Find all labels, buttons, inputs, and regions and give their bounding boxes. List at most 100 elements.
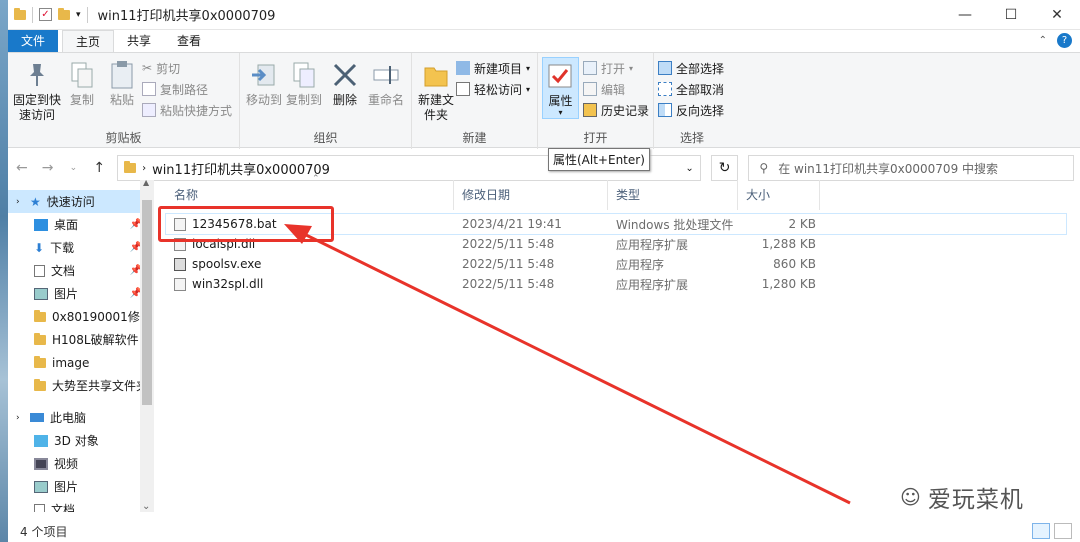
maximize-button[interactable]: ☐ <box>988 0 1034 30</box>
refresh-icon: ↻ <box>718 160 731 176</box>
window-title: win11打印机共享0x0000709 <box>97 9 276 24</box>
sidebar-item-quick-access[interactable]: › ★ 快速访问 <box>8 190 154 213</box>
history-icon <box>582 103 597 117</box>
select-group-label: 选择 <box>679 131 704 145</box>
sidebar-item-3d-objects[interactable]: 3D 对象 <box>8 429 154 452</box>
refresh-button[interactable]: ↻ <box>710 155 739 181</box>
tab-file[interactable]: 文件 <box>8 30 59 52</box>
tab-share[interactable]: 共享 <box>114 30 164 52</box>
chevron-down-icon[interactable]: ⌄ <box>685 163 693 174</box>
select-none-button[interactable]: 全部取消 <box>658 80 724 98</box>
select-all-button[interactable]: 全部选择 <box>658 59 724 77</box>
pictures-icon <box>34 480 48 493</box>
nav-scrollbar[interactable]: ▲ ⌄ <box>140 180 154 512</box>
folder-icon <box>124 161 137 173</box>
minimize-button[interactable]: — <box>942 0 988 30</box>
properties-button[interactable]: 属性 ▾ <box>542 57 579 119</box>
details-view-icon[interactable] <box>1032 523 1050 539</box>
easy-access-icon <box>456 82 470 96</box>
expand-chevron-icon: › <box>16 412 20 423</box>
delete-x-icon <box>329 59 361 91</box>
search-input[interactable]: ⚲ 在 win11打印机共享0x0000709 中搜索 <box>748 155 1074 181</box>
sidebar-item-documents[interactable]: 文档 📌 <box>8 259 154 282</box>
sidebar-item-this-pc[interactable]: › 此电脑 <box>8 406 154 429</box>
folder-icon <box>14 7 26 20</box>
new-folder-icon[interactable] <box>58 7 70 20</box>
recent-chevron-icon[interactable]: ⌄ <box>66 163 82 173</box>
new-item-button[interactable]: 新建项目 ▾ <box>456 59 530 77</box>
cube-icon <box>34 434 48 447</box>
open-button[interactable]: 打开 ▾ <box>582 59 649 77</box>
easy-access-button[interactable]: 轻松访问 ▾ <box>456 80 530 98</box>
title-bar: ✓ ▾ win11打印机共享0x0000709 — ☐ ✕ <box>8 0 1080 30</box>
ribbon: 固定到快速访问 复制 粘贴 ✂ 剪切 复制路径 粘贴快捷方式 剪贴板 移动到 复… <box>8 52 1080 149</box>
scroll-down-icon[interactable]: ⌄ <box>142 501 150 512</box>
folder-icon <box>34 332 46 345</box>
large-icons-view-icon[interactable] <box>1054 523 1072 539</box>
back-arrow-icon[interactable]: ← <box>14 160 30 176</box>
help-icon[interactable]: ? <box>1057 33 1072 48</box>
documents-icon <box>34 503 45 512</box>
pin-icon <box>21 59 53 91</box>
sidebar-item-pc-pictures[interactable]: 图片 <box>8 475 154 498</box>
edit-icon <box>582 82 597 96</box>
sidebar-item-desktop[interactable]: 桌面 📌 <box>8 213 154 236</box>
copy-path-button[interactable]: 复制路径 <box>142 80 232 98</box>
tooltip: 属性(Alt+Enter) <box>548 148 650 171</box>
clipboard-group: 固定到快速访问 复制 粘贴 ✂ 剪切 复制路径 粘贴快捷方式 剪贴板 <box>8 53 240 149</box>
up-arrow-icon[interactable]: ↑ <box>91 160 107 176</box>
sidebar-item-pc-documents[interactable]: 文档 <box>8 498 154 512</box>
properties-check-icon <box>544 60 576 92</box>
invert-selection-button[interactable]: 反向选择 <box>658 101 724 119</box>
new-item-icon <box>456 61 470 75</box>
watermark: ☺ 爱玩菜机 <box>900 485 1024 513</box>
select-all-icon <box>658 61 672 75</box>
search-icon: ⚲ <box>759 161 769 175</box>
sidebar-item-folder-image[interactable]: image <box>8 351 154 374</box>
collapse-ribbon-icon[interactable]: ⌃ <box>1039 35 1047 46</box>
scrollbar-thumb[interactable] <box>142 200 152 405</box>
sidebar-item-videos[interactable]: 视频 <box>8 452 154 475</box>
column-header-type[interactable]: 类型 <box>608 180 738 210</box>
sidebar-item-pictures[interactable]: 图片 📌 <box>8 282 154 305</box>
folder-icon <box>34 378 46 391</box>
scissors-icon: ✂ <box>142 61 153 75</box>
forward-arrow-icon[interactable]: → <box>40 160 56 176</box>
quick-access-toolbar: ✓ ▾ <box>14 6 88 23</box>
scroll-up-icon[interactable]: ▲ <box>143 180 149 187</box>
item-count: 4 个项目 <box>20 524 68 539</box>
paste-shortcut-icon <box>142 103 156 117</box>
edit-button[interactable]: 编辑 <box>582 80 649 98</box>
tab-view[interactable]: 查看 <box>164 30 214 52</box>
column-header-date[interactable]: 修改日期 <box>454 180 608 210</box>
documents-icon <box>34 264 45 277</box>
properties-check-icon[interactable]: ✓ <box>39 8 52 21</box>
status-bar: 4 个项目 <box>8 520 1080 542</box>
chevron-down-icon[interactable]: ▾ <box>76 10 81 20</box>
new-group: 新建文件夹 新建项目 ▾ 轻松访问 ▾ 新建 <box>412 53 538 149</box>
copy-icon <box>66 59 98 91</box>
new-group-label: 新建 <box>462 131 487 145</box>
desktop-icon <box>34 218 48 231</box>
sidebar-item-folder-h108l[interactable]: H108L破解软件 <box>8 328 154 351</box>
paste-shortcut-button[interactable]: 粘贴快捷方式 <box>142 101 232 119</box>
copy-to-icon <box>288 59 320 91</box>
close-button[interactable]: ✕ <box>1034 0 1080 30</box>
table-row[interactable]: spoolsv.exe 2022/5/11 5:48 应用程序 860 KB <box>166 254 1066 274</box>
tab-home[interactable]: 主页 <box>62 30 115 52</box>
paste-icon <box>106 59 138 91</box>
cut-button[interactable]: ✂ 剪切 <box>142 59 232 77</box>
sidebar-item-downloads[interactable]: ⬇ 下载 📌 <box>8 236 154 259</box>
clipboard-group-label: 剪贴板 <box>105 131 142 145</box>
move-to-icon <box>248 59 280 91</box>
column-header-size[interactable]: 大小 <box>738 180 820 210</box>
table-row[interactable]: win32spl.dll 2022/5/11 5:48 应用程序扩展 1,280… <box>166 274 1066 294</box>
copy-path-icon <box>142 82 156 96</box>
sidebar-item-folder-0x80190001[interactable]: 0x80190001修复 <box>8 305 154 328</box>
sidebar-item-folder-share[interactable]: 大势至共享文件夹 <box>8 374 154 397</box>
sort-indicator-icon: ⌃ <box>312 174 320 184</box>
folder-icon <box>34 355 46 368</box>
history-button[interactable]: 历史记录 <box>582 101 649 119</box>
star-icon: ★ <box>30 194 41 209</box>
download-arrow-icon: ⬇ <box>34 240 45 255</box>
